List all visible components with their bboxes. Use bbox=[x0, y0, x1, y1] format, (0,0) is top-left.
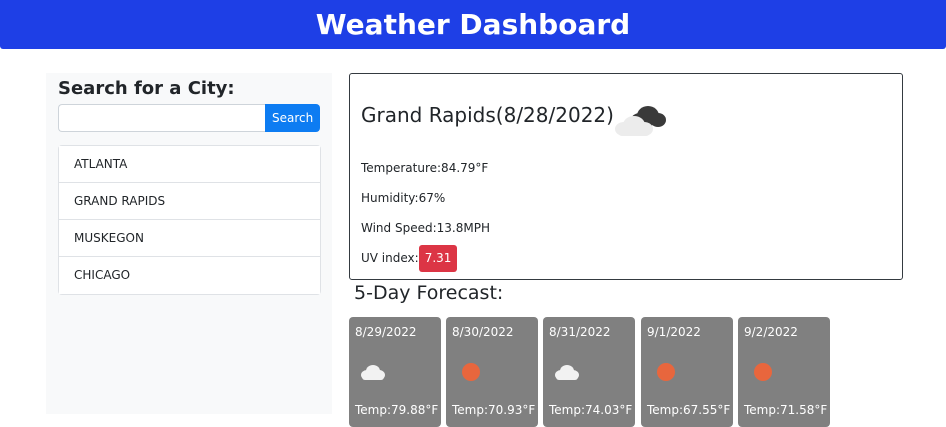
forecast-temp: Temp:79.88°F bbox=[355, 403, 439, 417]
search-button[interactable]: Search bbox=[265, 104, 320, 132]
uv-index-row: UV index: 7.31 bbox=[361, 245, 458, 272]
search-history-list: ATLANTA GRAND RAPIDS MUSKEGON CHICAGO bbox=[58, 145, 321, 295]
forecast-date: 9/1/2022 bbox=[647, 325, 701, 339]
current-weather-card: Grand Rapids(8/28/2022) Temperature:84.7… bbox=[349, 73, 903, 280]
forecast-card: 8/31/2022 Temp:74.03°F bbox=[543, 317, 635, 427]
city-search-input[interactable] bbox=[58, 104, 266, 132]
city-history-item-atlanta[interactable]: ATLANTA bbox=[59, 146, 320, 183]
forecast-card: 9/2/2022 Temp:71.58°F bbox=[738, 317, 830, 427]
city-history-item-grand-rapids[interactable]: GRAND RAPIDS bbox=[59, 183, 320, 220]
humidity-text: Humidity:67% bbox=[361, 191, 446, 205]
forecast-temp: Temp:74.03°F bbox=[549, 403, 633, 417]
search-heading: Search for a City: bbox=[58, 78, 235, 99]
current-city-title: Grand Rapids(8/28/2022) bbox=[361, 103, 614, 127]
uv-index-label: UV index: bbox=[361, 251, 419, 265]
city-history-item-muskegon[interactable]: MUSKEGON bbox=[59, 220, 320, 257]
sun-icon bbox=[754, 363, 772, 381]
forecast-date: 8/30/2022 bbox=[452, 325, 514, 339]
cloud-icon bbox=[361, 365, 385, 380]
forecast-temp: Temp:67.55°F bbox=[647, 403, 731, 417]
temperature-text: Temperature:84.79°F bbox=[361, 161, 489, 175]
cloud-icon bbox=[555, 365, 579, 380]
search-row: Search bbox=[58, 104, 320, 132]
forecast-card: 8/30/2022 Temp:70.93°F bbox=[446, 317, 538, 427]
search-sidebar: Search for a City: Search ATLANTA GRAND … bbox=[46, 73, 332, 414]
sun-icon bbox=[462, 363, 480, 381]
forecast-date: 8/29/2022 bbox=[355, 325, 417, 339]
wind-speed-text: Wind Speed:13.8MPH bbox=[361, 221, 490, 235]
forecast-heading: 5-Day Forecast: bbox=[354, 282, 504, 304]
forecast-card: 8/29/2022 Temp:79.88°F bbox=[349, 317, 441, 427]
forecast-date: 8/31/2022 bbox=[549, 325, 611, 339]
sun-icon bbox=[657, 363, 675, 381]
forecast-date: 9/2/2022 bbox=[744, 325, 798, 339]
page-title: Weather Dashboard bbox=[315, 8, 631, 41]
page-header: Weather Dashboard bbox=[0, 0, 946, 49]
uv-index-badge: 7.31 bbox=[418, 245, 458, 272]
cloudy-icon bbox=[615, 106, 666, 136]
city-history-item-chicago[interactable]: CHICAGO bbox=[59, 257, 320, 294]
forecast-temp: Temp:70.93°F bbox=[452, 403, 536, 417]
forecast-temp: Temp:71.58°F bbox=[744, 403, 828, 417]
forecast-card: 9/1/2022 Temp:67.55°F bbox=[641, 317, 733, 427]
